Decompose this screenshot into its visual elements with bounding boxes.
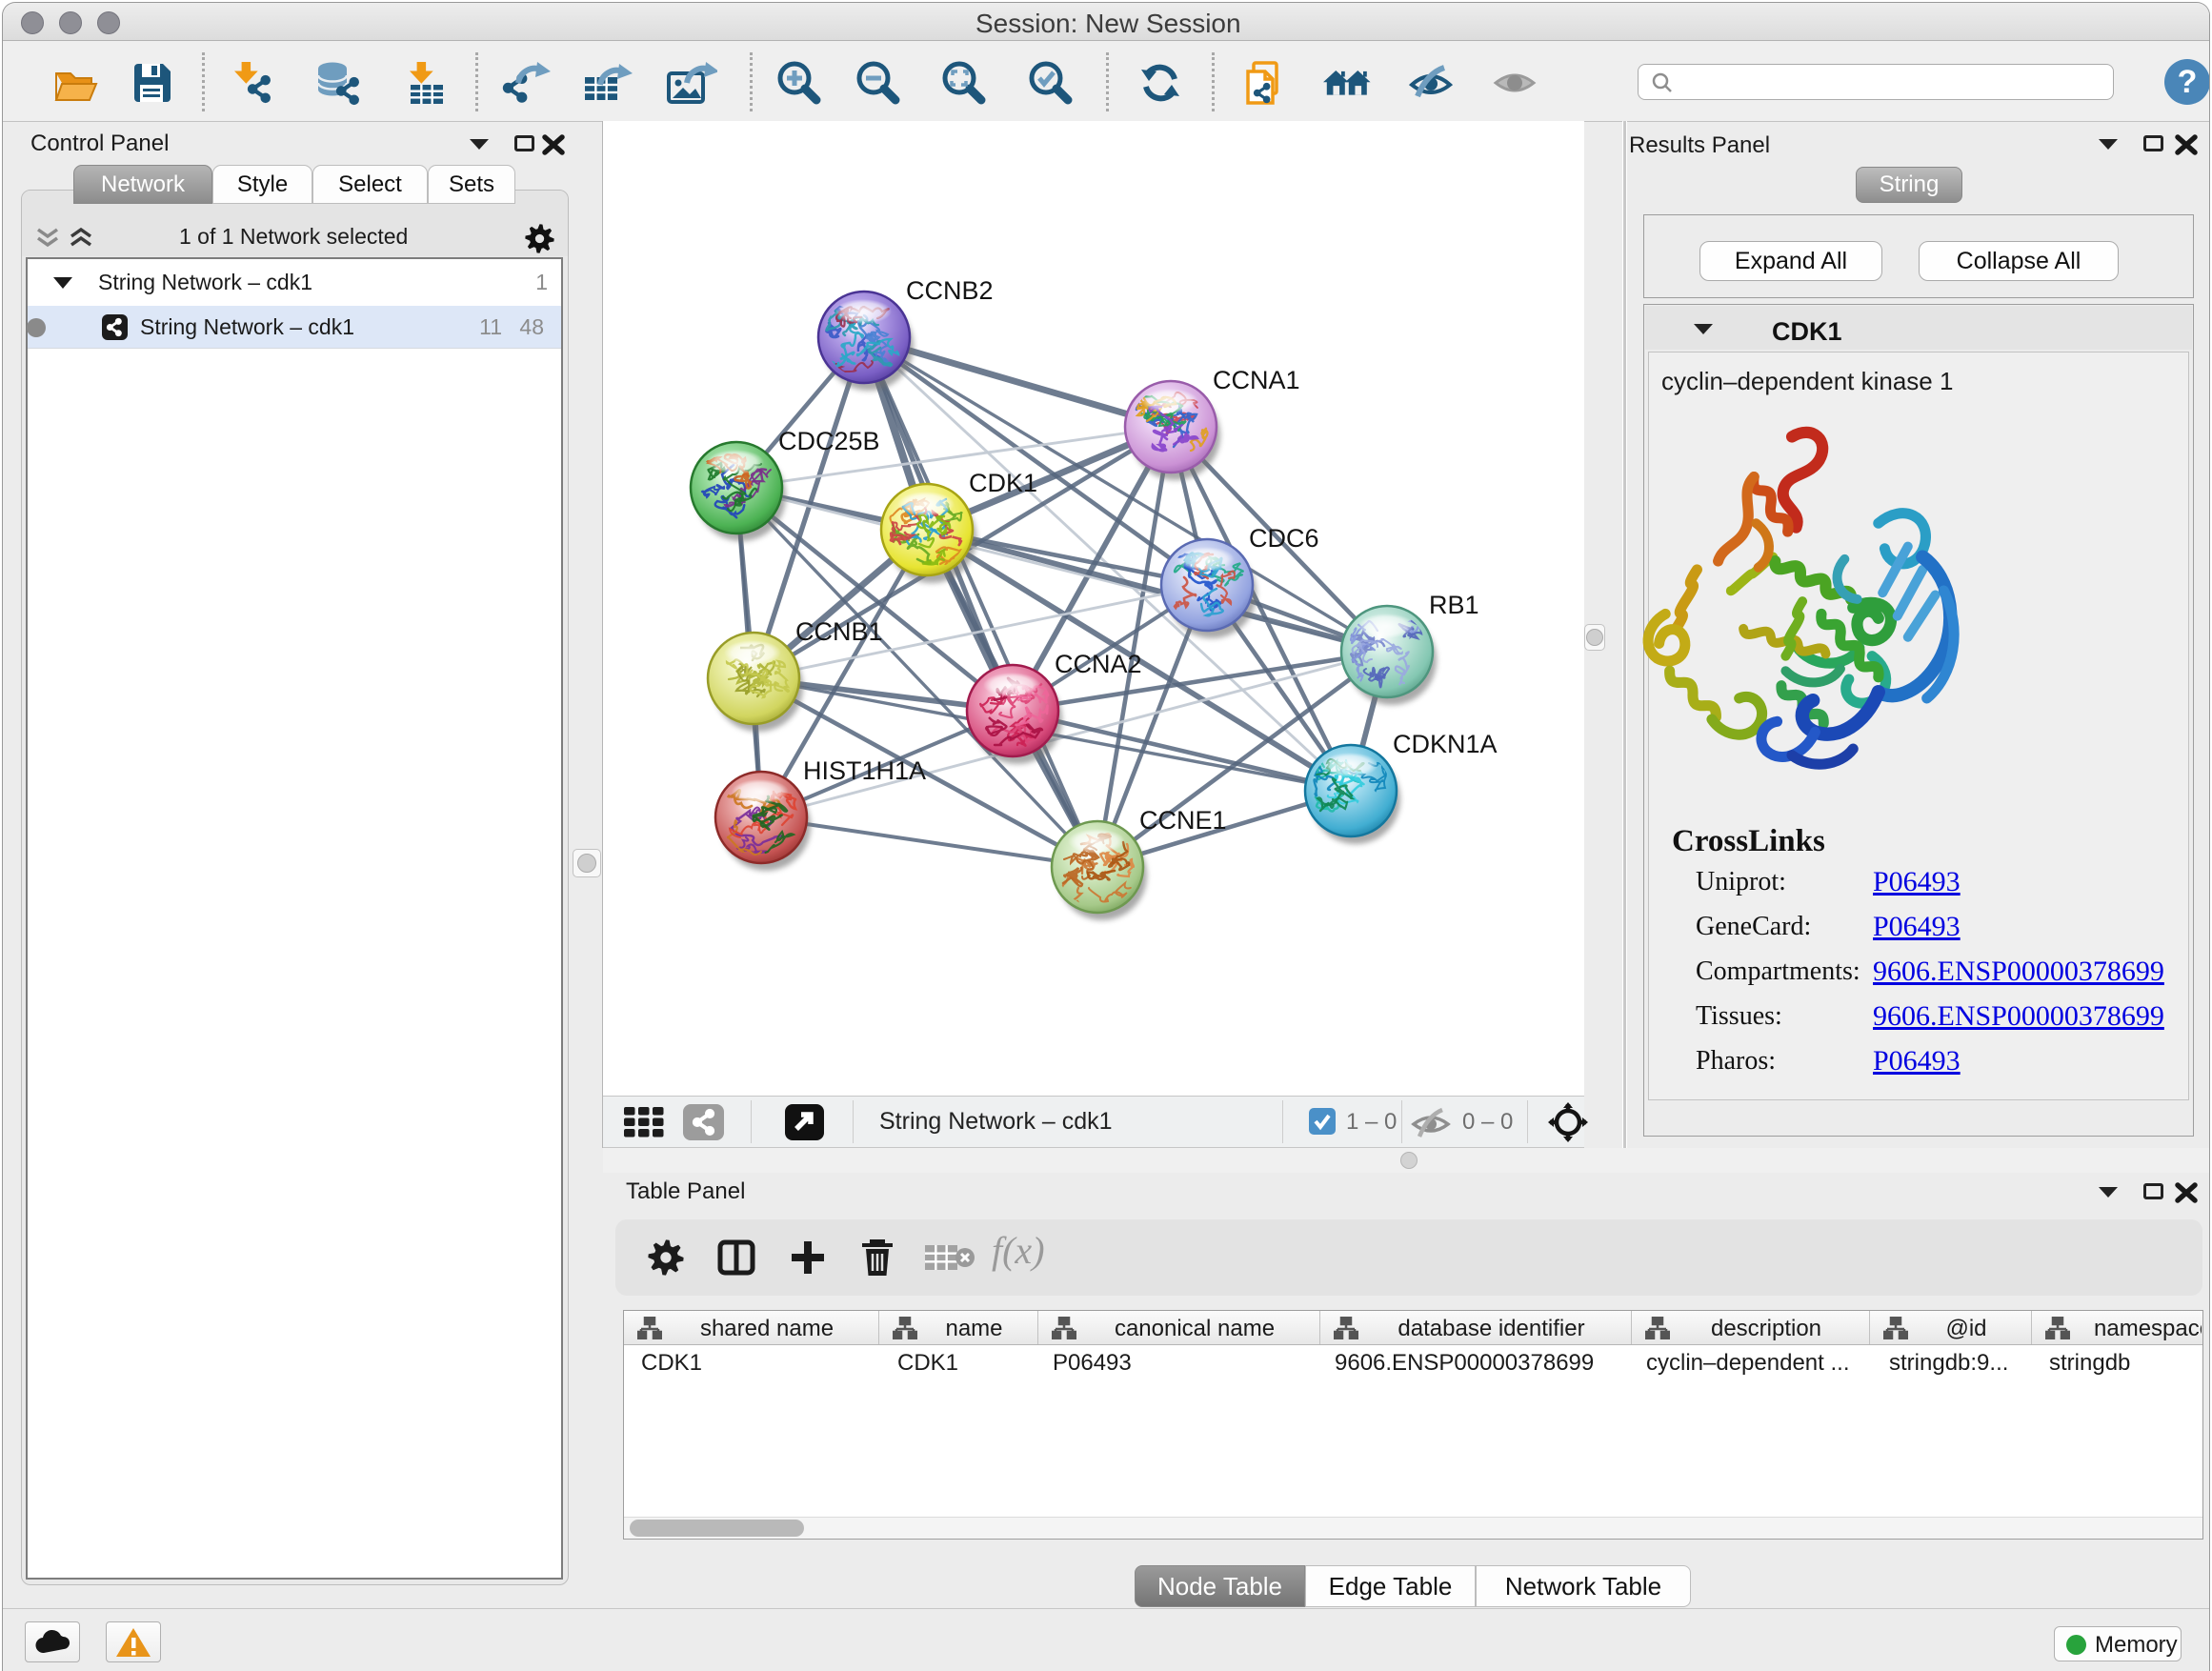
svg-text:CCNA2: CCNA2 — [1055, 650, 1142, 678]
svg-text:CCNB2: CCNB2 — [906, 276, 994, 305]
svg-text:HIST1H1A: HIST1H1A — [803, 756, 926, 785]
svg-text:CDKN1A: CDKN1A — [1393, 730, 1498, 758]
svg-text:CDC25B: CDC25B — [778, 427, 880, 455]
svg-text:?: ? — [2178, 64, 2198, 100]
svg-text:RB1: RB1 — [1429, 591, 1479, 619]
svg-text:CCNB1: CCNB1 — [795, 617, 883, 646]
svg-text:CCNA1: CCNA1 — [1213, 366, 1300, 394]
svg-text:CDK1: CDK1 — [969, 469, 1037, 497]
svg-text:CCNE1: CCNE1 — [1139, 806, 1227, 835]
svg-text:CDC6: CDC6 — [1249, 524, 1319, 553]
